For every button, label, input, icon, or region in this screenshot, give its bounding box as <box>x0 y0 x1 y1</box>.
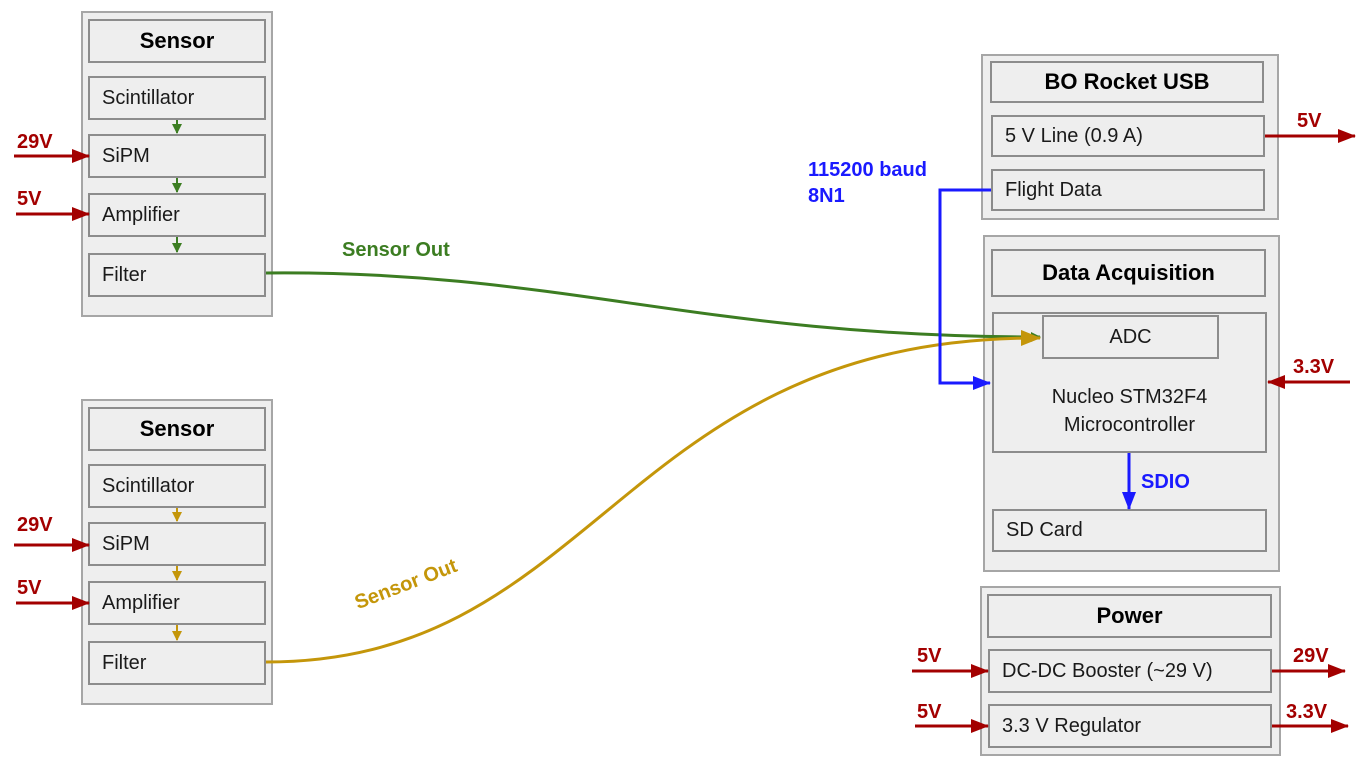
sdio-label: SDIO <box>1141 471 1190 493</box>
sensor-2-amp-voltage-label: 5V <box>17 577 42 599</box>
usb-5v-output-label: 5V <box>1297 110 1322 132</box>
flight-data-wire <box>938 188 991 390</box>
sensor-2-sipm-voltage-label: 29V <box>17 514 53 536</box>
regulator-output-label: 3.3V <box>1286 701 1328 723</box>
connection-layer <box>14 120 1356 733</box>
serial-config-line1: 115200 baud <box>808 159 927 181</box>
booster-output-label: 29V <box>1293 645 1329 667</box>
booster-input-label: 5V <box>917 645 942 667</box>
sensor-1-output-label: Sensor Out <box>342 239 450 261</box>
sensor-1-output-wire <box>265 271 1041 342</box>
sensor-1-amp-voltage-label: 5V <box>17 188 42 210</box>
sensor-1-sipm-voltage-label: 29V <box>17 131 53 153</box>
serial-config-line2: 8N1 <box>808 185 845 207</box>
sensor-2-output-wire <box>265 329 1041 664</box>
regulator-input-label: 5V <box>917 701 942 723</box>
mcu-3v3-input-label: 3.3V <box>1293 356 1335 378</box>
